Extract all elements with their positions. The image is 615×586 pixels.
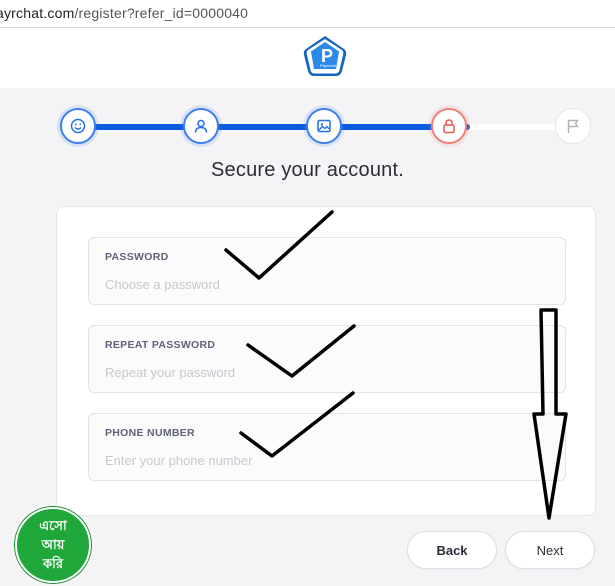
url-path: /register?refer_id=0000040 xyxy=(74,5,249,21)
repeat-password-field[interactable]: REPEAT PASSWORD xyxy=(88,325,566,393)
badge-line-1: এসো xyxy=(39,518,67,534)
step-2-user[interactable] xyxy=(183,108,219,144)
page-title: Secure your account. xyxy=(211,159,404,181)
password-input[interactable] xyxy=(105,274,545,294)
step-3-image[interactable] xyxy=(306,108,342,144)
step-1-profile-smiley[interactable] xyxy=(60,108,96,144)
stepper-progress-fill xyxy=(76,124,470,130)
step-4-lock-current[interactable] xyxy=(431,108,467,144)
repeat-password-label: REPEAT PASSWORD xyxy=(105,339,216,351)
step-5-flag[interactable] xyxy=(555,108,591,144)
badge-line-2: আয় xyxy=(41,537,65,553)
next-button[interactable]: Next xyxy=(505,531,595,569)
password-field[interactable]: PASSWORD xyxy=(88,237,566,305)
smiley-icon xyxy=(70,118,86,134)
back-button[interactable]: Back xyxy=(407,531,497,569)
bengali-badge: এসো আয় করি xyxy=(15,507,91,583)
browser-address-bar[interactable]: ayrchat.com/register?refer_id=0000040 xyxy=(0,0,615,28)
password-label: PASSWORD xyxy=(105,251,169,263)
logo-icon: P Payrchat xyxy=(303,36,347,76)
logo-text: Payrchat xyxy=(320,63,337,68)
lock-icon xyxy=(443,119,455,134)
url-domain: ayrchat.com xyxy=(0,5,75,21)
badge-line-3: করি xyxy=(43,556,63,572)
phone-number-field[interactable]: PHONE NUMBER xyxy=(88,413,566,481)
user-icon xyxy=(194,119,208,133)
payrchat-logo[interactable]: P Payrchat xyxy=(302,34,348,80)
phone-number-input[interactable] xyxy=(105,450,545,470)
progress-stepper xyxy=(58,108,592,148)
url-text[interactable]: ayrchat.com/register?refer_id=0000040 xyxy=(0,5,248,21)
form-card: PASSWORD REPEAT PASSWORD PHONE NUMBER xyxy=(56,206,596,516)
flag-icon xyxy=(567,119,579,133)
repeat-password-input[interactable] xyxy=(105,362,545,382)
phone-number-label: PHONE NUMBER xyxy=(105,427,195,439)
image-icon xyxy=(317,119,331,133)
